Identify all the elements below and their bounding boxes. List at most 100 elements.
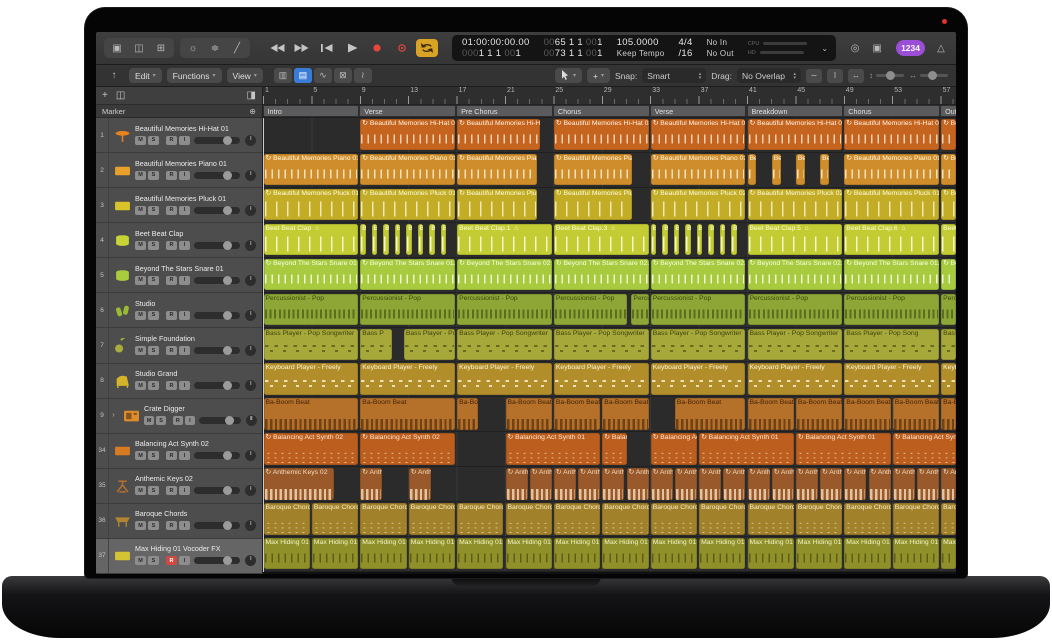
region[interactable]: ↻ Beautiful Memories Piano 01.1 (360, 154, 455, 185)
region[interactable]: Baroque Chords (844, 503, 890, 534)
section-marker[interactable]: Pre Chorus (457, 106, 552, 116)
record-enable-button[interactable]: R (166, 521, 177, 530)
section-marker[interactable]: Chorus (844, 106, 939, 116)
region[interactable]: Max Hid (941, 538, 956, 569)
input-monitor-button[interactable]: I (179, 136, 190, 145)
grid-icon[interactable]: ▥ (274, 68, 292, 83)
editors-icon[interactable]: ╱ (227, 39, 247, 57)
global-marker-track[interactable]: Marker ⊕ (96, 105, 262, 118)
region[interactable]: Percussionist - Pop (457, 294, 552, 325)
region[interactable]: ↻ Anthe (409, 468, 431, 499)
region[interactable]: ↻ Anthe (723, 468, 745, 499)
region[interactable]: ↻ Anthe (748, 468, 770, 499)
region[interactable]: ↻ Beyond The Stars Snare 02.2 (651, 259, 746, 290)
region[interactable]: Bass Player - Pop Songwriter (554, 329, 649, 360)
pan-knob[interactable] (245, 450, 256, 461)
region[interactable]: Keyboard Player - Freely (457, 363, 552, 394)
solo-button[interactable]: S (156, 416, 166, 425)
region[interactable]: Bass Player - Pop Songwriter (264, 329, 359, 360)
solo-button[interactable]: S (148, 206, 159, 215)
record-enable-button[interactable]: R (166, 241, 177, 250)
volume-slider[interactable] (194, 522, 240, 529)
region[interactable]: B (441, 224, 447, 255)
pointer-tool-menu[interactable]: ▾ (555, 68, 582, 83)
region[interactable]: Beet Beat Clap.5 ⌂ (748, 224, 843, 255)
region[interactable]: ↻ Beyond The Stars Snare 02.3 (748, 259, 843, 290)
volume-slider[interactable] (199, 417, 241, 424)
region[interactable]: ↻ Beautiful Memories Hi-Hat 03.1 (360, 119, 455, 150)
record-enable-button[interactable]: R (166, 311, 177, 320)
regions-icon[interactable]: ▤ (294, 68, 312, 83)
volume-slider[interactable] (194, 452, 240, 459)
region[interactable]: ↻ Anthe (699, 468, 721, 499)
region[interactable]: ↻ Balancing Act Synth 01 (796, 433, 891, 464)
region[interactable]: Bass Player - Pop Songwriter (748, 329, 843, 360)
region[interactable]: Ba-Boo (457, 398, 478, 429)
track-header-37[interactable]: 37Max Hiding 01 Vocoder FXMSRI (96, 539, 262, 574)
region[interactable]: ↻ Anthe (917, 468, 939, 499)
volume-slider[interactable] (194, 242, 240, 249)
pan-knob[interactable] (245, 275, 256, 286)
input-monitor-button[interactable]: I (179, 346, 190, 355)
region[interactable]: Ba-Boom Beat (893, 398, 939, 429)
region[interactable]: Max Hiding 01 V (796, 538, 842, 569)
region[interactable]: B (429, 224, 435, 255)
region[interactable]: ↻ Beautiful Memories Pluck 02 (554, 189, 632, 220)
region[interactable]: Ba-Boom Beat (602, 398, 648, 429)
region[interactable]: Baroque Chords (554, 503, 600, 534)
region[interactable]: ↻ Balancing Act Synth 02 (360, 433, 455, 464)
region[interactable]: B (685, 224, 691, 255)
record-enable-button[interactable]: R (166, 381, 177, 390)
mute-button[interactable]: M (135, 451, 146, 460)
region[interactable]: Beet Beat Clap.3 ⌂ (554, 224, 649, 255)
region[interactable]: Be (796, 154, 805, 185)
record-enable-button[interactable]: R (166, 486, 177, 495)
region[interactable]: ↻ Beautiful Memories Piano 02.2 (651, 154, 746, 185)
region[interactable]: Ba-Boom Beat (796, 398, 842, 429)
region[interactable]: ↻ Anthe (675, 468, 697, 499)
pan-knob[interactable] (245, 380, 256, 391)
mute-button[interactable]: M (135, 206, 146, 215)
input-monitor-button[interactable]: I (179, 206, 190, 215)
track-header-4[interactable]: 4Beet Beat ClapMSRI (96, 223, 262, 258)
volume-slider[interactable] (194, 277, 240, 284)
mute-button[interactable]: M (135, 521, 146, 530)
region[interactable]: ↻ Beautiful Memories Pluck 02.3 (748, 189, 843, 220)
track-header-6[interactable]: 6StudioMSRI (96, 293, 262, 328)
volume-knob[interactable] (223, 136, 232, 145)
region[interactable]: Percussi (941, 294, 956, 325)
volume-knob[interactable] (223, 521, 232, 530)
region[interactable]: ↻ Anthe (893, 468, 915, 499)
region[interactable]: Keyboard Player - Freely (554, 363, 649, 394)
pan-knob[interactable] (245, 170, 256, 181)
mute-button[interactable]: M (135, 136, 146, 145)
region[interactable]: Bass P (360, 329, 392, 360)
track-header-1[interactable]: 1Beautiful Memories Hi-Hat 01MSRI (96, 118, 262, 153)
track-header-35[interactable]: 35Anthemic Keys 02MSRI (96, 469, 262, 504)
region[interactable]: ↻ Balancing Act Synth 01 (893, 433, 956, 464)
track-header-8[interactable]: 8Studio GrandMSRI (96, 364, 262, 399)
region[interactable]: ↻ Beyond The Stars Snare 01.2 (844, 259, 939, 290)
region[interactable]: B (708, 224, 714, 255)
region[interactable]: Baroque Chords (360, 503, 406, 534)
region[interactable]: ↻ Anthe (844, 468, 866, 499)
region[interactable]: Baroque Chords (264, 503, 310, 534)
region[interactable]: Baroque Chords (796, 503, 842, 534)
count-in-button[interactable]: 1234 (896, 40, 925, 56)
pan-knob[interactable] (245, 205, 256, 216)
region[interactable]: Beet Beat Clap.6 ⌂ (844, 224, 939, 255)
volume-slider[interactable] (194, 487, 240, 494)
region[interactable]: ↻ Anthe (869, 468, 891, 499)
mute-button[interactable]: M (135, 171, 146, 180)
region[interactable]: ↻ Beautiful Memories Hi-Hat 03.2 (844, 119, 939, 150)
section-marker[interactable]: Verse (360, 106, 455, 116)
region[interactable]: ↻ Balancing Act Synth 01 (699, 433, 794, 464)
track-header-34[interactable]: 34Balancing Act Synth 02MSRI (96, 434, 262, 469)
region[interactable]: B (372, 224, 378, 255)
volume-knob[interactable] (223, 276, 232, 285)
region[interactable]: Max Hiding 01 V (409, 538, 455, 569)
solo-button[interactable]: S (148, 451, 159, 460)
region[interactable]: ↻ Beautiful Memories Hi-Hat 02.3 (748, 119, 843, 150)
solo-button[interactable]: S (148, 311, 159, 320)
region[interactable]: ↻ Beautiful Memories Pluck 02.2 (651, 189, 746, 220)
